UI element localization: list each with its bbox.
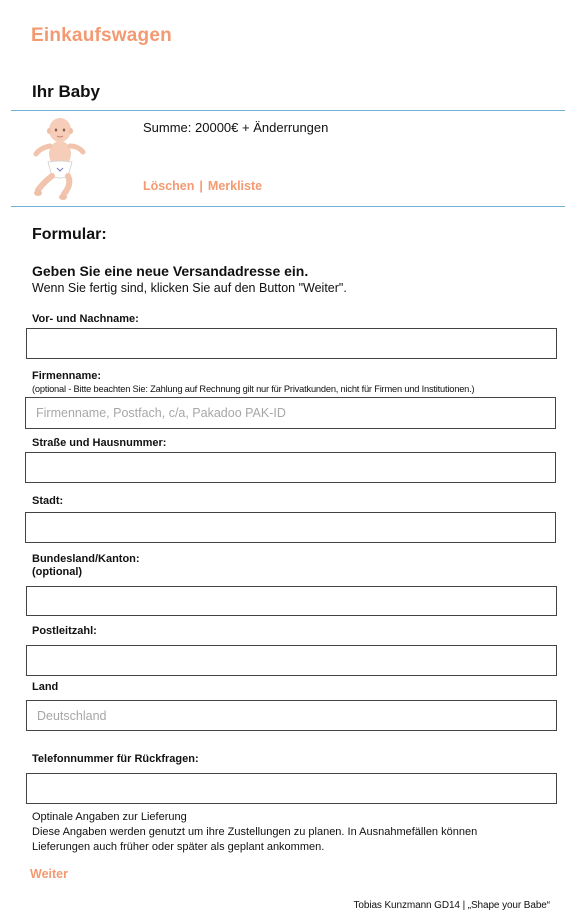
footer-credit: Tobias Kunzmann GD14 | „Shape your Babe“ [353,900,551,911]
baby-image [33,118,86,200]
page-title: Einkaufswagen [31,25,172,46]
cart-summe: Summe: 20000€ + Änderrungen [143,120,329,135]
name-label: Vor- und Nachname: [32,313,139,325]
form-heading: Formular: [32,226,107,243]
delete-link[interactable]: Löschen [143,179,194,193]
company-input[interactable] [25,397,556,429]
delivery-note-line3: Lieferungen auch früher oder später als … [32,841,325,853]
state-label: Bundesland/Kanton: (optional) [32,553,140,579]
delivery-note: Optinale Angaben zur Lieferung Diese Ang… [32,810,477,855]
country-label: Land [32,681,59,693]
delivery-note-line2: Diese Angaben werden genutzt um ihre Zus… [32,826,478,838]
street-input[interactable] [25,452,556,483]
cart-actions: Löschen | Merkliste [143,179,262,193]
state-input[interactable] [26,586,557,616]
state-label-text: Bundesland/Kanton: [32,553,140,565]
name-input[interactable] [26,328,557,359]
cart-top-divider [11,110,565,111]
wishlist-link[interactable]: Merkliste [208,179,262,193]
zip-input[interactable] [26,645,557,676]
state-label-optional: (optional) [32,566,83,578]
company-label: Firmenname: [32,370,102,382]
delivery-note-title: Optinale Angaben zur Lieferung [32,811,187,823]
address-heading: Geben Sie eine neue Versandadresse ein. [32,263,309,279]
action-separator: | [199,179,203,193]
cart-bottom-divider [11,206,565,207]
phone-input[interactable] [26,773,557,804]
phone-label: Telefonnummer für Rückfragen: [32,753,199,765]
company-hint: (optional - Bitte beachten Sie: Zahlung … [32,384,475,394]
city-label: Stadt: [32,495,64,507]
city-input[interactable] [25,512,556,543]
weiter-button[interactable]: Weiter [30,867,68,881]
country-input[interactable] [26,700,557,731]
address-subtext: Wenn Sie fertig sind, klicken Sie auf de… [32,281,347,295]
cart-heading: Ihr Baby [32,82,101,101]
street-label: Straße und Hausnummer: [32,437,167,449]
zip-label: Postleitzahl: [32,625,97,637]
